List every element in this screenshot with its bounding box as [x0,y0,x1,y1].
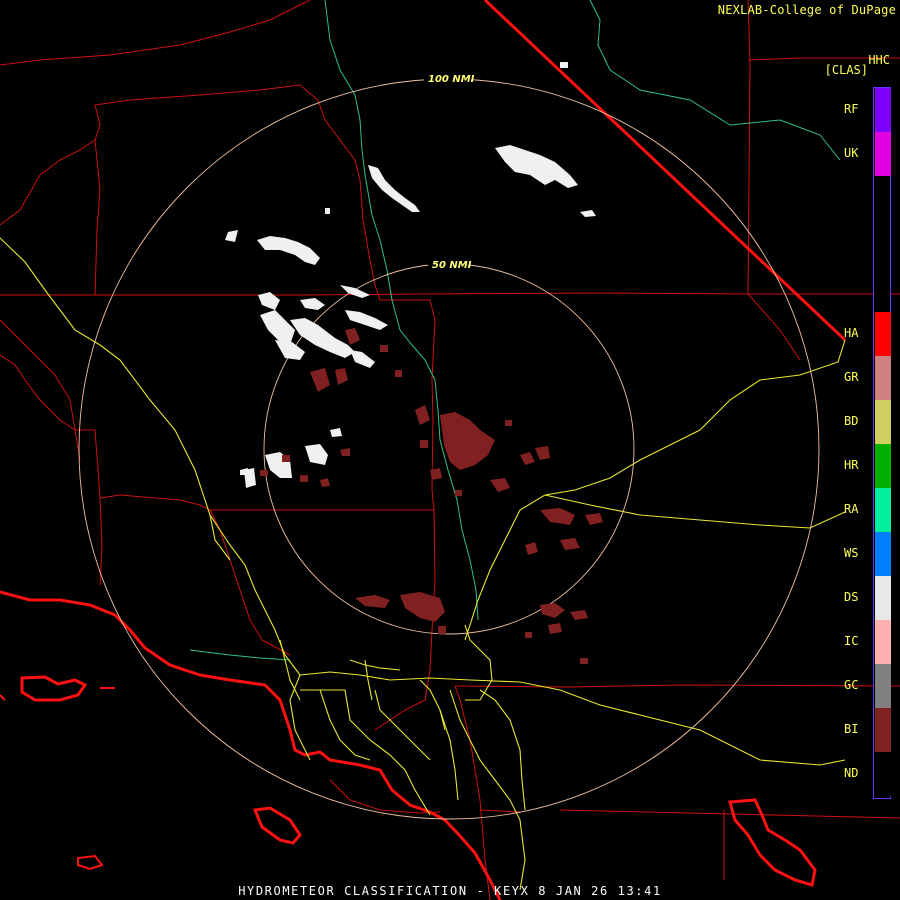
legend-label-ds: DS [844,590,859,604]
legend-label-gc: GC [844,678,859,692]
legend-label-ha: HA [844,326,859,340]
legend-code-label: [CLAS] [824,63,868,77]
dry-snow-echoes [225,62,596,488]
legend-label-rf: RF [844,102,859,116]
legend-label-ra: RA [844,502,859,516]
legend-label-uk: UK [844,146,859,160]
legend-swatch-hr [875,444,891,488]
legend-label-bi: BI [844,722,859,736]
legend-swatch-bd [875,400,891,444]
radar-display: 100 NMI 50 NMI NEXLAB-College of DuPage … [0,0,900,900]
coastline [0,0,847,900]
legend-swatch-rf [875,88,891,132]
legend-label-ws: WS [844,546,859,560]
legend-swatch-ha [875,312,891,356]
legend-label-gr: GR [844,370,859,384]
highways [0,237,846,891]
legend-label-bd: BD [844,414,859,428]
legend-swatch-uk [875,132,891,176]
range-label-50: 50 NMI [432,260,472,271]
legend-swatch-gr [875,356,891,400]
legend-swatch-bi [875,708,891,752]
legend-swatch-ds [875,576,891,620]
range-ring-labels: 100 NMI 50 NMI [424,72,475,271]
legend-label-ic: IC [844,634,859,648]
radar-map: 100 NMI 50 NMI [0,0,900,900]
legend-swatch-gc [875,664,891,708]
credit-label: NEXLAB-College of DuPage [717,3,896,17]
range-label-100: 100 NMI [428,74,475,85]
legend-colorbar [873,87,891,799]
legend-swatch-nd [875,752,891,796]
legend-label-hr: HR [844,458,859,472]
legend-swatch-ra [875,488,891,532]
legend-swatch-ic [875,620,891,664]
legend-product-label: HHC [868,53,890,67]
product-footer: HYDROMETEOR CLASSIFICATION - KEYX 8 JAN … [238,884,662,898]
legend-swatch-ws [875,532,891,576]
legend-label-nd: ND [844,766,859,780]
